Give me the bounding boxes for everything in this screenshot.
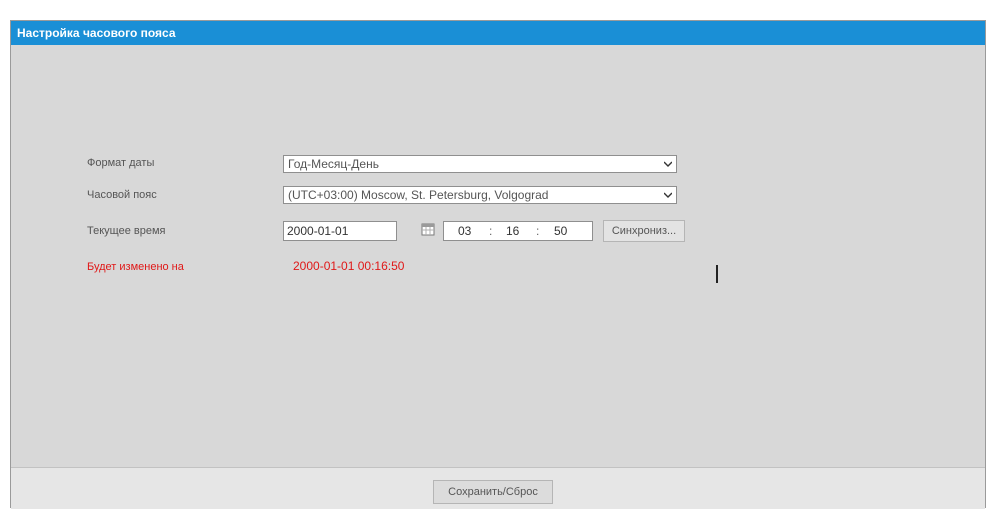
hour-field[interactable]: 03 bbox=[458, 224, 471, 238]
time-input[interactable]: 03 : 16 : 50 bbox=[443, 221, 593, 241]
time-separator: : bbox=[536, 224, 540, 238]
second-field[interactable]: 50 bbox=[554, 224, 567, 238]
minute-field[interactable]: 16 bbox=[506, 224, 519, 238]
date-input[interactable]: 2000-01-01 bbox=[283, 221, 397, 241]
date-format-value: Год-Месяц-День bbox=[288, 157, 379, 171]
calendar-icon[interactable] bbox=[421, 222, 435, 236]
footer-bar: Сохранить/Сброс bbox=[11, 467, 985, 509]
save-button[interactable]: Сохранить/Сброс bbox=[433, 480, 553, 504]
changed-at-value: 2000-01-01 00:16:50 bbox=[293, 259, 405, 273]
timezone-select[interactable]: (UTC+03:00) Moscow, St. Petersburg, Volg… bbox=[283, 186, 677, 204]
timezone-label: Часовой пояс bbox=[87, 189, 157, 201]
sync-button[interactable]: Синхрониз... bbox=[603, 220, 685, 242]
chevron-down-icon bbox=[664, 192, 672, 198]
date-format-select[interactable]: Год-Месяц-День bbox=[283, 155, 677, 173]
timezone-value: (UTC+03:00) Moscow, St. Petersburg, Volg… bbox=[288, 188, 549, 202]
timezone-settings-window: Настройка часового пояса Формат даты Год… bbox=[10, 20, 986, 509]
chevron-down-icon bbox=[664, 161, 672, 167]
window-title: Настройка часового пояса bbox=[11, 21, 985, 45]
time-separator: : bbox=[489, 224, 493, 238]
text-cursor bbox=[716, 265, 718, 283]
changed-at-label: Будет изменено на bbox=[87, 261, 184, 273]
current-time-label: Текущее время bbox=[87, 225, 166, 237]
date-format-label: Формат даты bbox=[87, 157, 155, 169]
